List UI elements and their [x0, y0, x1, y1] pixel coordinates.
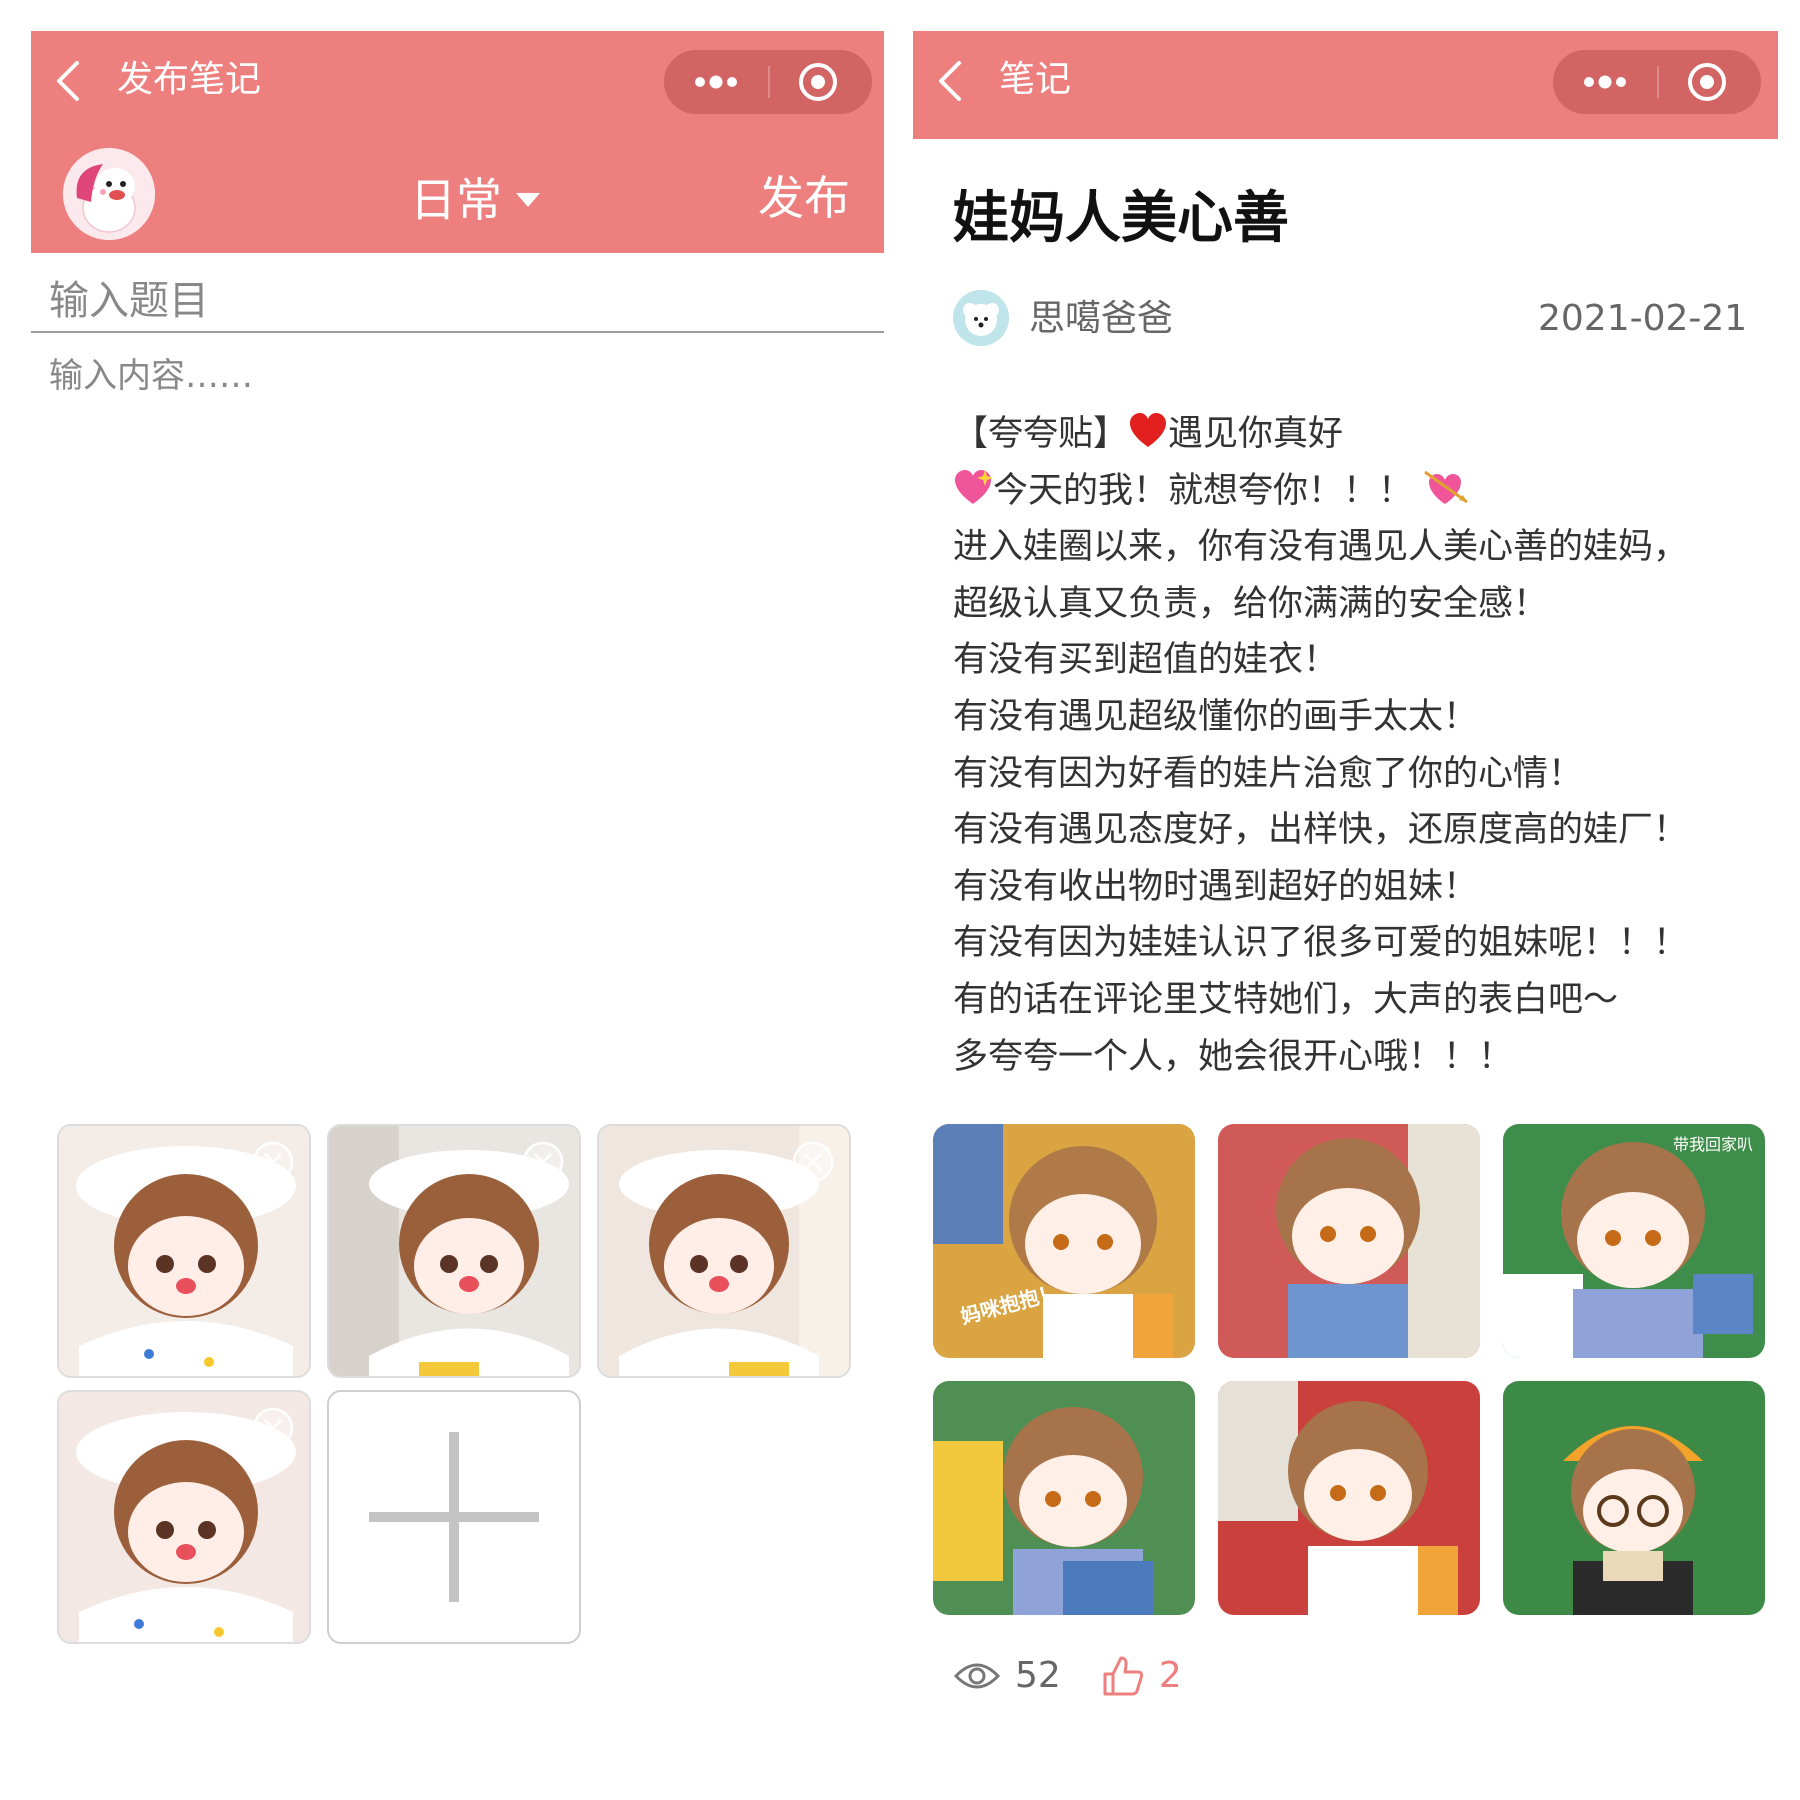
chevron-left-icon: [57, 61, 79, 101]
back-button[interactable]: [931, 57, 971, 105]
gallery-photo[interactable]: 带我回家叭: [1503, 1124, 1765, 1358]
doll-photo-icon: 妈咪抱抱！: [933, 1124, 1195, 1358]
close-icon[interactable]: [791, 1140, 835, 1184]
chevron-left-icon: [939, 61, 961, 101]
sparkling-heart-icon: [955, 469, 993, 504]
nav-title: 发布笔记: [117, 59, 262, 100]
more-button[interactable]: [1553, 50, 1657, 114]
gallery-photo[interactable]: [1218, 1124, 1480, 1358]
body-text-prefix: 【夸夸贴】: [953, 414, 1129, 454]
content-input[interactable]: [31, 353, 884, 1133]
post-date: 2021-02-21: [1538, 298, 1748, 339]
body-line: 有没有遇见态度好，出样快，还原度高的娃厂！: [953, 810, 1689, 851]
views-count: 52: [1015, 1655, 1061, 1696]
body-line: 有没有遇见超级懂你的画手太太！: [953, 696, 1479, 737]
body-text: 今天的我！就想夸你！！！: [993, 470, 1414, 511]
uploaded-photo[interactable]: [327, 1124, 581, 1378]
doll-photo-icon: 带我回家叭: [1503, 1124, 1765, 1358]
author-name[interactable]: 思噶爸爸: [1029, 294, 1173, 344]
close-icon[interactable]: [251, 1140, 295, 1184]
uploaded-photo[interactable]: [57, 1124, 311, 1378]
gallery-photo[interactable]: [1218, 1381, 1480, 1615]
eye-icon: [953, 1663, 1001, 1689]
uploaded-photo[interactable]: [57, 1390, 311, 1644]
publish-button[interactable]: 发布: [758, 168, 850, 228]
publish-note-screen: 发布笔记 日常 发布 输入题目 输入内容……: [31, 31, 884, 1771]
more-dots-icon: [1584, 75, 1626, 89]
more-button[interactable]: [664, 50, 768, 114]
back-button[interactable]: [49, 57, 89, 105]
category-dropdown[interactable]: 日常: [410, 170, 542, 230]
caret-down-icon: [516, 193, 540, 207]
body-line: 有的话在评论里艾特她们，大声的表白吧～: [953, 979, 1619, 1020]
capsule-menu: [1553, 50, 1761, 114]
body-line: 有没有因为娃娃认识了很多可爱的姐妹呢！！！: [953, 923, 1689, 964]
body-line: 今天的我！就想夸你！！！: [953, 463, 1773, 520]
gallery-photo[interactable]: 妈咪抱抱！: [933, 1124, 1195, 1358]
title-input[interactable]: [31, 271, 884, 333]
add-photo-button[interactable]: [327, 1390, 581, 1644]
user-avatar[interactable]: [63, 148, 155, 240]
note-detail-screen: 笔记 娃妈人美心善 思噶爸爸 2021-02-21 【夸夸贴】 遇见你真好 今天…: [913, 31, 1778, 1771]
heart-arrow-icon: [1424, 470, 1468, 504]
capsule-menu: [664, 50, 872, 114]
views-stat: 52: [953, 1651, 1061, 1701]
doll-photo-icon: [933, 1381, 1195, 1615]
body-line: 进入娃圈以来，你有没有遇见人美心善的娃妈，: [953, 527, 1689, 568]
close-miniprogram-button[interactable]: [1659, 50, 1761, 114]
doll-photo-icon: [1218, 1124, 1480, 1358]
more-dots-icon: [695, 75, 737, 89]
close-icon[interactable]: [251, 1406, 295, 1450]
likes-count: 2: [1158, 1655, 1182, 1696]
photo-caption: 带我回家叭: [1673, 1135, 1753, 1154]
like-button[interactable]: 2: [1101, 1651, 1182, 1701]
header-bar: 笔记: [913, 31, 1778, 139]
target-circle-icon: [1688, 63, 1726, 101]
doll-photo-icon: [1218, 1381, 1480, 1615]
target-circle-icon: [799, 63, 837, 101]
header-bar: 发布笔记 日常 发布: [31, 31, 884, 253]
close-miniprogram-button[interactable]: [770, 50, 872, 114]
close-icon[interactable]: [521, 1140, 565, 1184]
thumbs-up-icon: [1103, 1656, 1143, 1696]
category-label: 日常: [410, 173, 502, 227]
body-line: 超级认真又负责，给你满满的安全感！: [953, 583, 1549, 624]
duck-avatar-icon: [63, 148, 155, 240]
post-stats: 52 2: [953, 1646, 1182, 1706]
plus-icon: [369, 1432, 539, 1602]
body-line: 有没有因为好看的娃片治愈了你的心情！: [953, 753, 1584, 794]
gallery-photo[interactable]: [1503, 1381, 1765, 1615]
body-text: 遇见你真好: [1168, 414, 1344, 454]
nav-title: 笔记: [999, 59, 1072, 100]
gallery-photo[interactable]: [933, 1381, 1195, 1615]
uploaded-photo[interactable]: [597, 1124, 851, 1378]
post-body: 【夸夸贴】 遇见你真好 今天的我！就想夸你！！！ 进入娃圈以来，你有没有遇见人美心…: [953, 406, 1773, 1085]
doll-photo-icon: [1503, 1381, 1765, 1615]
author-avatar[interactable]: [953, 290, 1009, 346]
body-line: 【夸夸贴】 遇见你真好: [953, 406, 1773, 463]
body-line: 有没有收出物时遇到超好的姐妹！: [953, 866, 1479, 907]
body-line: 多夸夸一个人，她会很开心哦！！！: [953, 1036, 1514, 1077]
dog-avatar-icon: [953, 290, 1009, 346]
body-line: 有没有买到超值的娃衣！: [953, 640, 1339, 681]
red-heart-icon: [1130, 413, 1167, 447]
post-title: 娃妈人美心善: [953, 186, 1289, 251]
